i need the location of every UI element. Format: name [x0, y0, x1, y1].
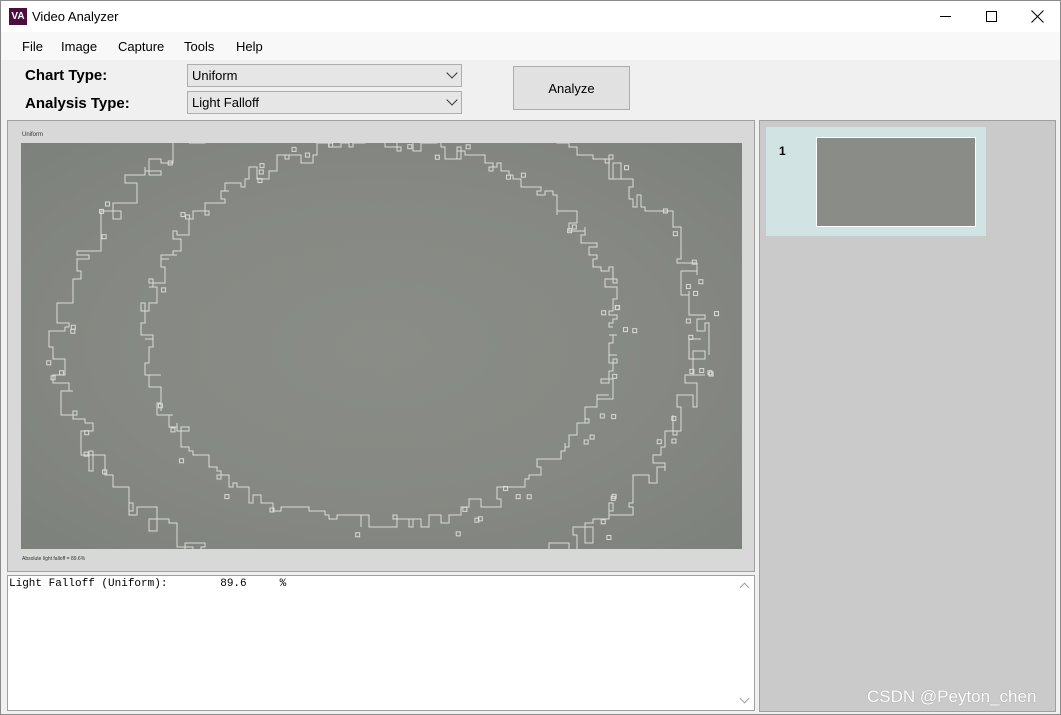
window-title: Video Analyzer [32, 9, 119, 24]
chevron-down-icon [446, 94, 458, 106]
minimize-button[interactable] [922, 1, 968, 32]
image-header-label: Uniform [22, 132, 44, 138]
app-icon: VA [9, 8, 27, 25]
minimize-icon [939, 16, 951, 17]
results-text: Light Falloff (Uniform): 89.6 % [9, 578, 287, 590]
watermark-text: CSDN @Peyton_chen [867, 687, 1037, 706]
scroll-down-icon[interactable] [739, 693, 750, 704]
chart-type-select[interactable]: Uniform [187, 64, 462, 87]
close-icon [1031, 10, 1044, 23]
image-footer-label: Absolute light falloff = 89.6% [22, 556, 86, 562]
menu-file[interactable]: File [22, 39, 43, 54]
chevron-down-icon [446, 67, 458, 79]
analyze-button[interactable]: Analyze [513, 66, 630, 110]
results-output[interactable]: Light Falloff (Uniform): 89.6 % [7, 575, 755, 711]
maximize-icon [985, 11, 997, 22]
analysis-image [21, 143, 742, 549]
analysis-type-label: Analysis Type: [25, 95, 130, 112]
vertical-scrollbar[interactable] [737, 576, 754, 710]
chart-type-label: Chart Type: [25, 67, 108, 84]
contour-overlay [46, 143, 720, 549]
scroll-up-icon[interactable] [739, 582, 750, 593]
thumbnail-item[interactable]: 1 [766, 127, 986, 236]
menu-bar: File Image Capture Tools Help [1, 32, 1060, 60]
thumbnail-image [816, 137, 976, 227]
thumbnail-panel: 1 [759, 120, 1056, 712]
menu-capture[interactable]: Capture [118, 39, 164, 54]
close-button[interactable] [1014, 1, 1060, 32]
image-view-panel: Uniform Absolute light falloff = 89.6% [7, 120, 755, 572]
analysis-type-value: Light Falloff [192, 95, 259, 110]
menu-help[interactable]: Help [236, 39, 263, 54]
maximize-button[interactable] [968, 1, 1014, 32]
menu-tools[interactable]: Tools [184, 39, 214, 54]
title-bar[interactable]: VA Video Analyzer [1, 1, 1060, 32]
chart-type-value: Uniform [192, 68, 238, 83]
thumbnail-number: 1 [779, 144, 786, 158]
menu-image[interactable]: Image [61, 39, 97, 54]
analysis-type-select[interactable]: Light Falloff [187, 91, 462, 114]
app-window: VA Video Analyzer File Image Capture Too… [0, 0, 1061, 715]
